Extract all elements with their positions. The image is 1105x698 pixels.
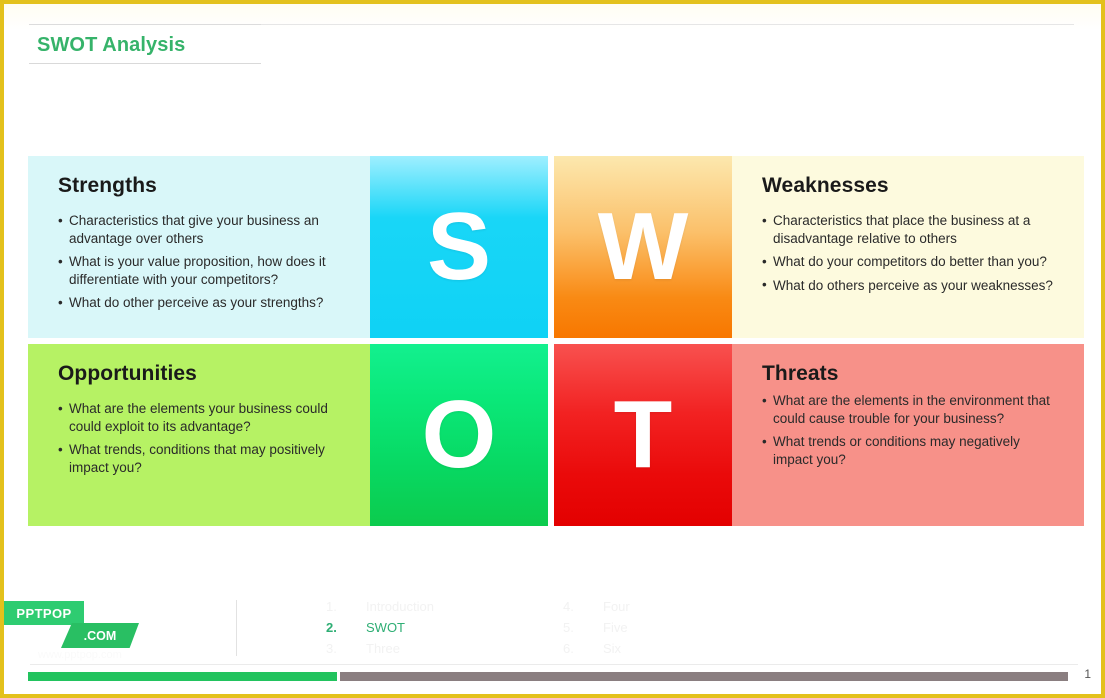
letter-tile-t: T [554, 344, 732, 526]
footer-rule [30, 664, 1078, 665]
nav-column-left: 1. Introduction 2. SWOT 3. Three [326, 596, 563, 659]
strengths-content: Strengths Characteristics that give your… [28, 156, 370, 328]
threats-bullets: What are the elements in the environment… [762, 392, 1062, 468]
quadrant-threats[interactable]: Threats What are the elements in the env… [732, 344, 1084, 526]
letter-tile-s: S [370, 156, 548, 338]
footer-navigation: 1. Introduction 2. SWOT 3. Three 4. Four [4, 596, 1101, 662]
letter-tile-w: W [554, 156, 732, 338]
list-item: What trends, conditions that may positiv… [58, 441, 348, 476]
page-number: 1 [1084, 667, 1091, 681]
opportunities-content: Opportunities What are the elements your… [28, 344, 370, 492]
list-item: What do other perceive as your strengths… [58, 294, 348, 312]
nav-item-number: 3. [326, 641, 337, 656]
nav-item-label: Four [603, 599, 630, 614]
swot-row-bottom: Opportunities What are the elements your… [28, 344, 1084, 526]
list-item: What are the elements in the environment… [762, 392, 1062, 427]
nav-item-5[interactable]: 5. Five [563, 617, 800, 638]
nav-item-3[interactable]: 3. Three [326, 638, 563, 659]
nav-divider [236, 600, 237, 656]
quadrant-weaknesses[interactable]: Weaknesses Characteristics that place th… [732, 156, 1084, 338]
quadrant-strengths[interactable]: Strengths Characteristics that give your… [28, 156, 370, 338]
nav-columns: 1. Introduction 2. SWOT 3. Three 4. Four [326, 596, 800, 659]
nav-item-label: SWOT [366, 620, 405, 635]
nav-item-number: 1. [326, 599, 337, 614]
strengths-heading: Strengths [58, 174, 157, 197]
list-item: What do others perceive as your weakness… [762, 276, 1062, 295]
title-block: SWOT Analysis [29, 24, 261, 64]
slide-canvas: SWOT Analysis Strengths Characteristics … [0, 0, 1105, 698]
nav-item-number: 2. [326, 620, 337, 635]
strengths-bullets: Characteristics that give your business … [58, 212, 348, 312]
nav-item-1[interactable]: 1. Introduction [326, 596, 563, 617]
nav-item-number: 6. [563, 641, 574, 656]
nav-item-number: 4. [563, 599, 574, 614]
nav-item-6[interactable]: 6. Six [563, 638, 800, 659]
title-rule-bottom [29, 63, 261, 64]
nav-item-label: Three [366, 641, 400, 656]
weaknesses-bullets: Characteristics that place the business … [762, 212, 1062, 294]
nav-item-label: Five [603, 620, 628, 635]
nav-item-label: Introduction [366, 599, 434, 614]
opportunities-bullets: What are the elements your business coul… [58, 400, 348, 476]
threats-heading: Threats [762, 362, 839, 385]
nav-item-label: Six [603, 641, 622, 656]
list-item: Characteristics that place the business … [762, 212, 1062, 247]
weaknesses-heading: Weaknesses [762, 174, 889, 197]
nav-item-4[interactable]: 4. Four [563, 596, 800, 617]
progress-bar[interactable] [28, 672, 1068, 681]
quadrant-opportunities[interactable]: Opportunities What are the elements your… [28, 344, 370, 526]
swot-row-top: Strengths Characteristics that give your… [28, 156, 1084, 338]
page-title: SWOT Analysis [37, 34, 186, 56]
swot-grid: Strengths Characteristics that give your… [28, 156, 1084, 526]
threats-content: Threats What are the elements in the env… [732, 344, 1084, 484]
progress-bar-fill [28, 672, 340, 681]
nav-column-right: 4. Four 5. Five 6. Six [563, 596, 800, 659]
opportunities-heading: Opportunities [58, 362, 197, 385]
nav-item-number: 5. [563, 620, 574, 635]
list-item: What is your value proposition, how does… [58, 253, 348, 288]
list-item: What do your competitors do better than … [762, 253, 1062, 271]
weaknesses-content: Weaknesses Characteristics that place th… [732, 156, 1084, 310]
list-item: What trends or conditions may negatively… [762, 433, 1062, 468]
list-item: Characteristics that give your business … [58, 212, 348, 247]
list-item: What are the elements your business coul… [58, 400, 348, 435]
letter-tile-o: O [370, 344, 548, 526]
nav-item-2[interactable]: 2. SWOT [326, 617, 563, 638]
